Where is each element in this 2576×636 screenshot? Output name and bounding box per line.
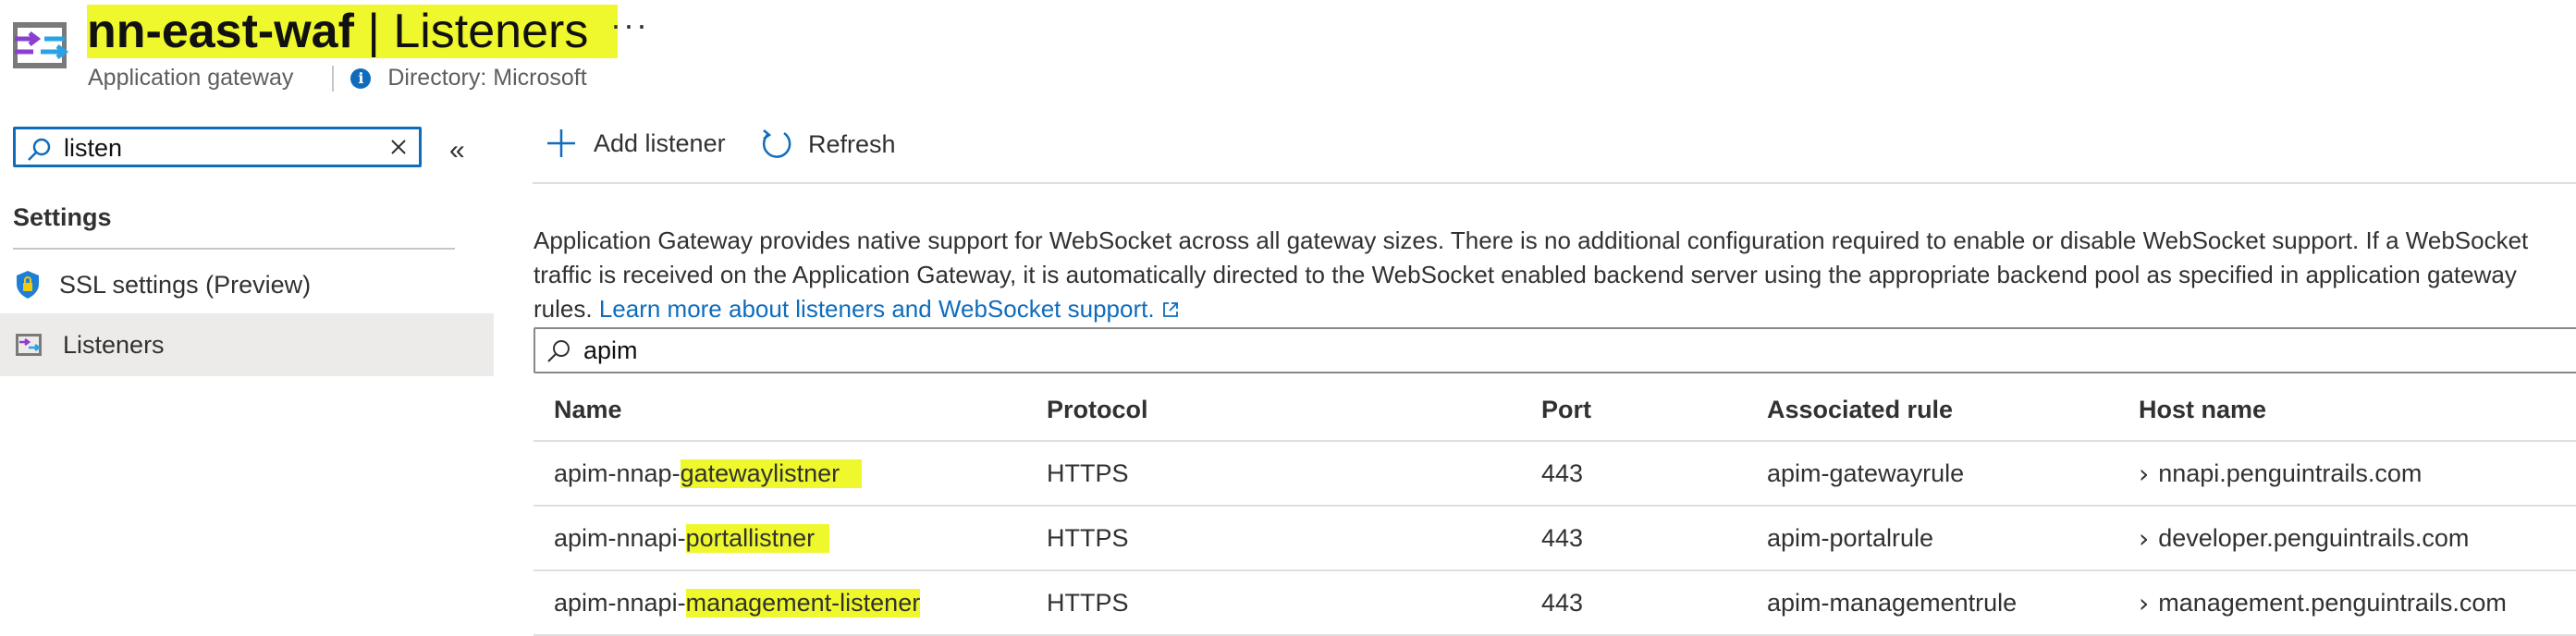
resource-type: Application gateway xyxy=(88,65,294,91)
listener-name[interactable]: apim-nnapi-portallistner xyxy=(554,507,830,569)
title-separator: | xyxy=(353,5,394,58)
search-icon xyxy=(28,138,51,161)
description-prefix: rules. xyxy=(534,295,593,323)
external-link-icon[interactable] xyxy=(1161,300,1180,319)
refresh-button[interactable]: Refresh xyxy=(760,128,896,161)
listener-filter-box[interactable] xyxy=(534,327,2576,373)
chevron-right-icon[interactable]: › xyxy=(2139,459,2149,489)
listener-port: 443 xyxy=(1541,588,1584,617)
sidebar-item-label: SSL settings (Preview) xyxy=(59,270,312,299)
add-listener-label: Add listener xyxy=(594,128,726,157)
table-header-row: Name Protocol Port Associated rule Host … xyxy=(534,379,2576,442)
directory-label: Directory: Microsoft xyxy=(387,65,587,91)
column-header-port[interactable]: Port xyxy=(1541,379,1591,440)
chevron-right-icon[interactable]: › xyxy=(2139,523,2149,554)
learn-more-label: Learn more about listeners and WebSocket… xyxy=(598,295,1155,323)
listener-rule: apim-gatewayrule xyxy=(1767,459,1965,487)
listener-rule: apim-managementrule xyxy=(1767,588,2018,617)
refresh-icon xyxy=(762,129,791,158)
chevron-right-icon[interactable]: › xyxy=(2139,588,2149,618)
listener-host: › management.penguintrails.com xyxy=(2139,587,2507,618)
resource-subtitle: Application gateway i Directory: Microso… xyxy=(88,65,587,92)
listener-port: 443 xyxy=(1541,523,1584,552)
listener-name[interactable]: apim-nnap-gatewaylistner xyxy=(554,442,863,505)
subtitle-divider xyxy=(332,65,335,92)
plus-icon xyxy=(547,129,575,157)
column-header-name[interactable]: Name xyxy=(554,379,622,440)
settings-section-heading: Settings xyxy=(13,203,112,231)
sidebar-item-ssl-settings[interactable]: SSL settings (Preview) xyxy=(0,253,494,316)
table-row[interactable]: apim-nnap-gatewaylistner HTTPS 443 apim-… xyxy=(534,442,2576,507)
sidebar-item-label: Listeners xyxy=(63,330,165,359)
more-actions-button[interactable]: ··· xyxy=(610,6,649,44)
description-line-3: rules. Learn more about listeners and We… xyxy=(534,292,2576,326)
clear-search-icon[interactable] xyxy=(389,138,408,156)
search-icon xyxy=(547,340,570,362)
section-divider xyxy=(13,248,455,250)
sidebar-item-listeners[interactable]: Listeners xyxy=(0,313,494,376)
page-title: nn-east-waf | Listeners xyxy=(87,2,619,61)
column-header-protocol[interactable]: Protocol xyxy=(1047,379,1148,440)
toolbar-divider xyxy=(533,182,2576,184)
column-header-host-name[interactable]: Host name xyxy=(2139,379,2266,440)
shield-lock-icon xyxy=(17,271,39,299)
listener-name[interactable]: apim-nnapi-management-listener xyxy=(554,571,921,634)
add-listener-button[interactable]: Add listener xyxy=(546,128,726,159)
blade-title: Listeners xyxy=(393,5,589,58)
listener-host: › nnapi.penguintrails.com xyxy=(2139,458,2423,489)
listener-rule: apim-portalrule xyxy=(1767,523,1934,552)
menu-search-box[interactable] xyxy=(13,127,422,167)
info-icon: i xyxy=(350,67,372,89)
menu-search-input[interactable] xyxy=(64,132,378,164)
refresh-label: Refresh xyxy=(808,129,896,158)
description-line-1: Application Gateway provides native supp… xyxy=(534,226,2529,254)
table-row[interactable]: apim-nnapi-management-listener HTTPS 443… xyxy=(534,571,2576,636)
listeners-table: Name Protocol Port Associated rule Host … xyxy=(534,379,2576,636)
learn-more-link[interactable]: Learn more about listeners and WebSocket… xyxy=(599,295,1155,323)
websocket-description: Application Gateway provides native supp… xyxy=(534,224,2576,326)
listener-protocol: HTTPS xyxy=(1047,459,1129,487)
column-header-associated-rule[interactable]: Associated rule xyxy=(1767,379,1953,440)
listeners-icon xyxy=(16,334,42,356)
application-gateway-icon xyxy=(11,18,69,72)
table-row[interactable]: apim-nnapi-portallistner HTTPS 443 apim-… xyxy=(534,507,2576,571)
collapse-menu-button[interactable]: « xyxy=(449,135,465,166)
listener-protocol: HTTPS xyxy=(1047,588,1129,617)
resource-name: nn-east-waf xyxy=(87,5,354,58)
description-line-2: traffic is received on the Application G… xyxy=(534,261,2517,288)
listener-protocol: HTTPS xyxy=(1047,523,1129,552)
listener-filter-input[interactable] xyxy=(583,336,1138,365)
listener-host: › developer.penguintrails.com xyxy=(2139,522,2470,554)
listener-port: 443 xyxy=(1541,459,1584,487)
